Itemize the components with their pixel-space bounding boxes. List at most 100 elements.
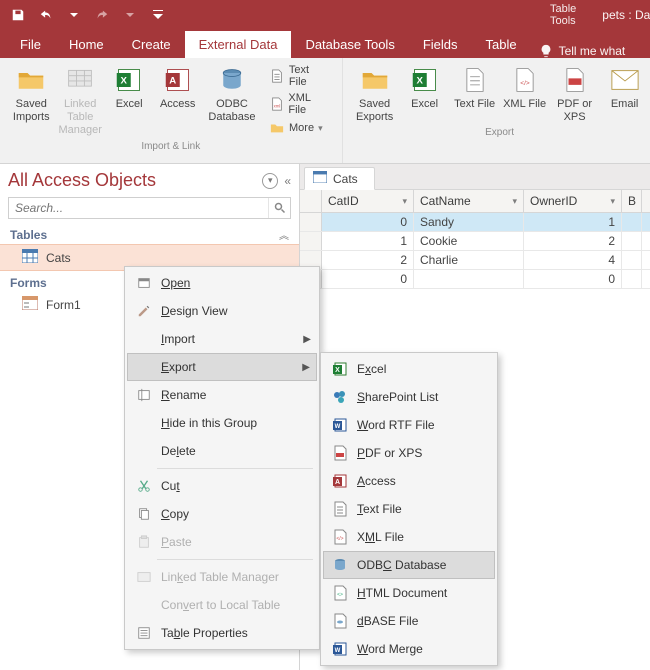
shutter-bar-icon[interactable]: « (284, 174, 291, 188)
word-icon: W (331, 640, 349, 658)
search-input[interactable] (9, 198, 268, 218)
table-icon (313, 171, 327, 186)
menu-table-properties[interactable]: Table Properties (127, 619, 317, 647)
table-icon (22, 249, 38, 266)
svg-text:<>: <> (337, 592, 343, 598)
menu-paste[interactable]: Paste (127, 528, 317, 556)
more-import-button[interactable]: More ▾ (265, 118, 334, 138)
copy-icon (135, 505, 153, 523)
access-icon: A (162, 64, 194, 96)
submenu-dbase[interactable]: dBASE File (323, 607, 495, 635)
object-tab-cats[interactable]: Cats (304, 167, 375, 190)
menu-rename[interactable]: Rename (127, 381, 317, 409)
chevron-down-icon[interactable]: ▾ (512, 196, 517, 207)
text-file-icon (269, 68, 285, 84)
redo-dropdown-icon[interactable] (118, 4, 142, 26)
table-row[interactable]: 2 Charlie 4 (300, 251, 650, 270)
column-header-catid[interactable]: CatID▾ (322, 190, 414, 212)
open-icon (135, 274, 153, 292)
menu-hide-group[interactable]: Hide in this Group (127, 409, 317, 437)
submenu-word-merge[interactable]: WWord Merge (323, 635, 495, 663)
contextual-tab-label: Table Tools (536, 0, 590, 30)
menu-copy[interactable]: Copy (127, 500, 317, 528)
nav-menu-icon[interactable]: ▾ (262, 173, 278, 189)
submenu-sharepoint[interactable]: SharePoint List (323, 383, 495, 411)
svg-text:X: X (121, 76, 128, 87)
lightbulb-icon (539, 44, 553, 58)
saved-exports-button[interactable]: Saved Exports (351, 62, 399, 124)
submenu-html[interactable]: <>HTML Document (323, 579, 495, 607)
menu-convert-local[interactable]: Convert to Local Table (127, 591, 317, 619)
menu-open[interactable]: Open (127, 269, 317, 297)
tell-me-text: Tell me what (559, 44, 626, 58)
save-icon[interactable] (6, 4, 30, 26)
row-selector[interactable] (300, 232, 322, 250)
tell-me[interactable]: Tell me what (539, 44, 626, 58)
select-all-cell[interactable] (300, 190, 322, 212)
menu-design-view[interactable]: Design View (127, 297, 317, 325)
tab-home[interactable]: Home (55, 31, 118, 58)
title-bar: Table Tools pets : Database- (0, 0, 650, 30)
nav-title[interactable]: All Access Objects (8, 170, 256, 191)
menu-cut[interactable]: Cut (127, 472, 317, 500)
menu-delete[interactable]: Delete (127, 437, 317, 465)
submenu-xml-file[interactable]: </>XML File (323, 523, 495, 551)
svg-text:</>: </> (336, 536, 343, 542)
column-header-catname[interactable]: CatName▾ (414, 190, 524, 212)
xml-file-icon: </> (331, 528, 349, 546)
excel-export-button[interactable]: X Excel (401, 62, 449, 111)
tab-external-data[interactable]: External Data (185, 31, 292, 58)
search-icon[interactable] (268, 198, 290, 218)
text-file-import-button[interactable]: Text File (265, 62, 334, 90)
text-file-export-button[interactable]: Text File (451, 62, 499, 111)
table-row[interactable]: 1 Cookie 2 (300, 232, 650, 251)
submenu-access[interactable]: AAccess (323, 467, 495, 495)
column-header-b[interactable]: B (622, 190, 642, 212)
svg-text:X: X (335, 367, 340, 374)
saved-imports-button[interactable]: Saved Imports (8, 62, 55, 124)
paste-icon (135, 533, 153, 551)
table-row-new[interactable]: 0 0 (300, 270, 650, 289)
table-row[interactable]: 0 Sandy 1 (300, 213, 650, 232)
email-export-button[interactable]: Email (601, 62, 649, 111)
excel-import-button[interactable]: X Excel (106, 62, 153, 111)
xml-file-import-button[interactable]: xmlXML File (265, 90, 334, 118)
menu-linked-table-manager[interactable]: Linked Table Manager (127, 563, 317, 591)
tab-table[interactable]: Table (472, 31, 531, 58)
menu-export[interactable]: Export▶ (127, 353, 317, 381)
tab-create[interactable]: Create (118, 31, 185, 58)
submenu-pdf-xps[interactable]: PDF or XPS (323, 439, 495, 467)
pdf-xps-export-button[interactable]: PDF or XPS (551, 62, 599, 124)
submenu-word-rtf[interactable]: WWord RTF File (323, 411, 495, 439)
chevron-down-icon[interactable]: ▾ (402, 196, 407, 207)
html-icon: <> (331, 584, 349, 602)
submenu-odbc[interactable]: ODBC Database (323, 551, 495, 579)
tab-database-tools[interactable]: Database Tools (291, 31, 408, 58)
column-header-ownerid[interactable]: OwnerID▾ (524, 190, 622, 212)
dbase-icon (331, 612, 349, 630)
nav-group-tables[interactable]: Tables︽ (0, 223, 299, 244)
odbc-import-button[interactable]: ODBC Database (203, 62, 261, 124)
submenu-text-file[interactable]: Text File (323, 495, 495, 523)
redo-icon[interactable] (90, 4, 114, 26)
access-import-button[interactable]: A Access (154, 62, 201, 111)
menu-import[interactable]: Import▶ (127, 325, 317, 353)
svg-text:W: W (335, 648, 341, 654)
datasheet-grid[interactable]: CatID▾ CatName▾ OwnerID▾ B 0 Sandy 1 1 C… (300, 190, 650, 289)
rename-icon (135, 386, 153, 404)
chevron-down-icon[interactable]: ▾ (610, 196, 615, 207)
linked-table-manager-button[interactable]: Linked Table Manager (57, 62, 104, 137)
undo-icon[interactable] (34, 4, 58, 26)
chevron-right-icon: ▶ (303, 334, 311, 345)
folder-icon (15, 64, 47, 96)
row-selector[interactable] (300, 213, 322, 231)
tab-file[interactable]: File (6, 31, 55, 58)
excel-icon: X (409, 64, 441, 96)
qat-customize-icon[interactable] (146, 4, 170, 26)
tab-fields[interactable]: Fields (409, 31, 472, 58)
svg-text:xml: xml (273, 104, 280, 109)
properties-icon (135, 624, 153, 642)
undo-dropdown-icon[interactable] (62, 4, 86, 26)
submenu-excel[interactable]: XExcel (323, 355, 495, 383)
xml-file-export-button[interactable]: </> XML File (501, 62, 549, 111)
